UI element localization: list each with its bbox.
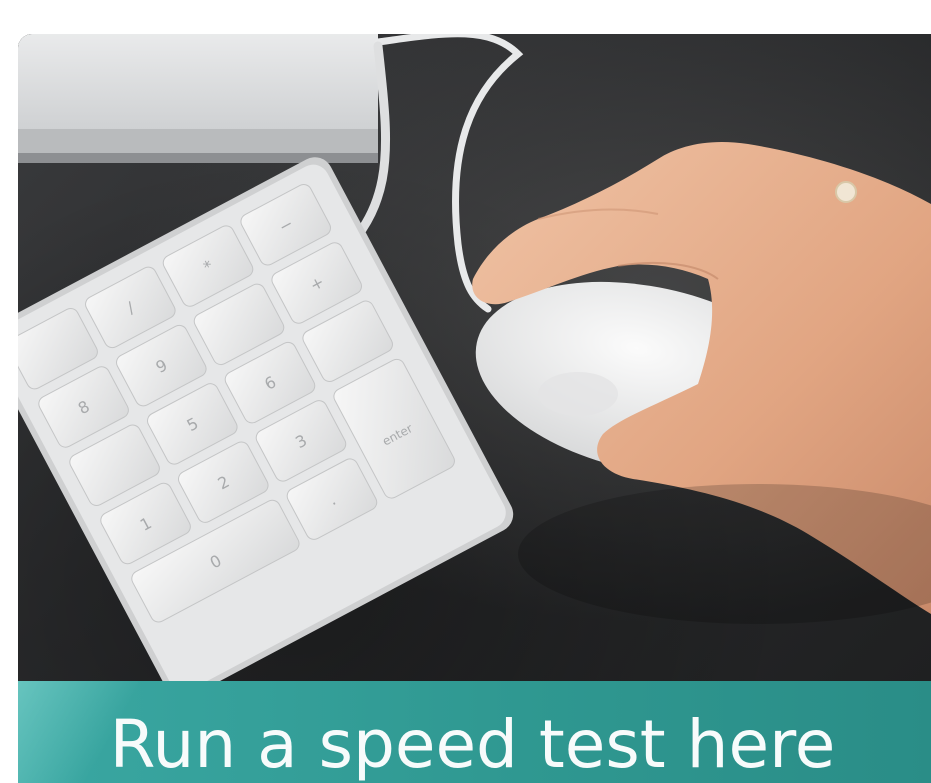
promo-card[interactable]: / * − 9 8 + 6 5 3 2 1 0 . enter Run a sp… — [18, 34, 931, 783]
numeric-keypad: / * − 9 8 + 6 5 3 2 1 0 . enter — [18, 157, 514, 681]
hero-photo-illustration: / * − 9 8 + 6 5 3 2 1 0 . enter — [18, 34, 931, 681]
hero-photo: / * − 9 8 + 6 5 3 2 1 0 . enter — [18, 34, 931, 681]
speed-test-label: Run a speed test here — [109, 705, 836, 783]
speed-test-button[interactable]: Run a speed test here — [18, 681, 931, 783]
laptop-base — [18, 34, 378, 163]
